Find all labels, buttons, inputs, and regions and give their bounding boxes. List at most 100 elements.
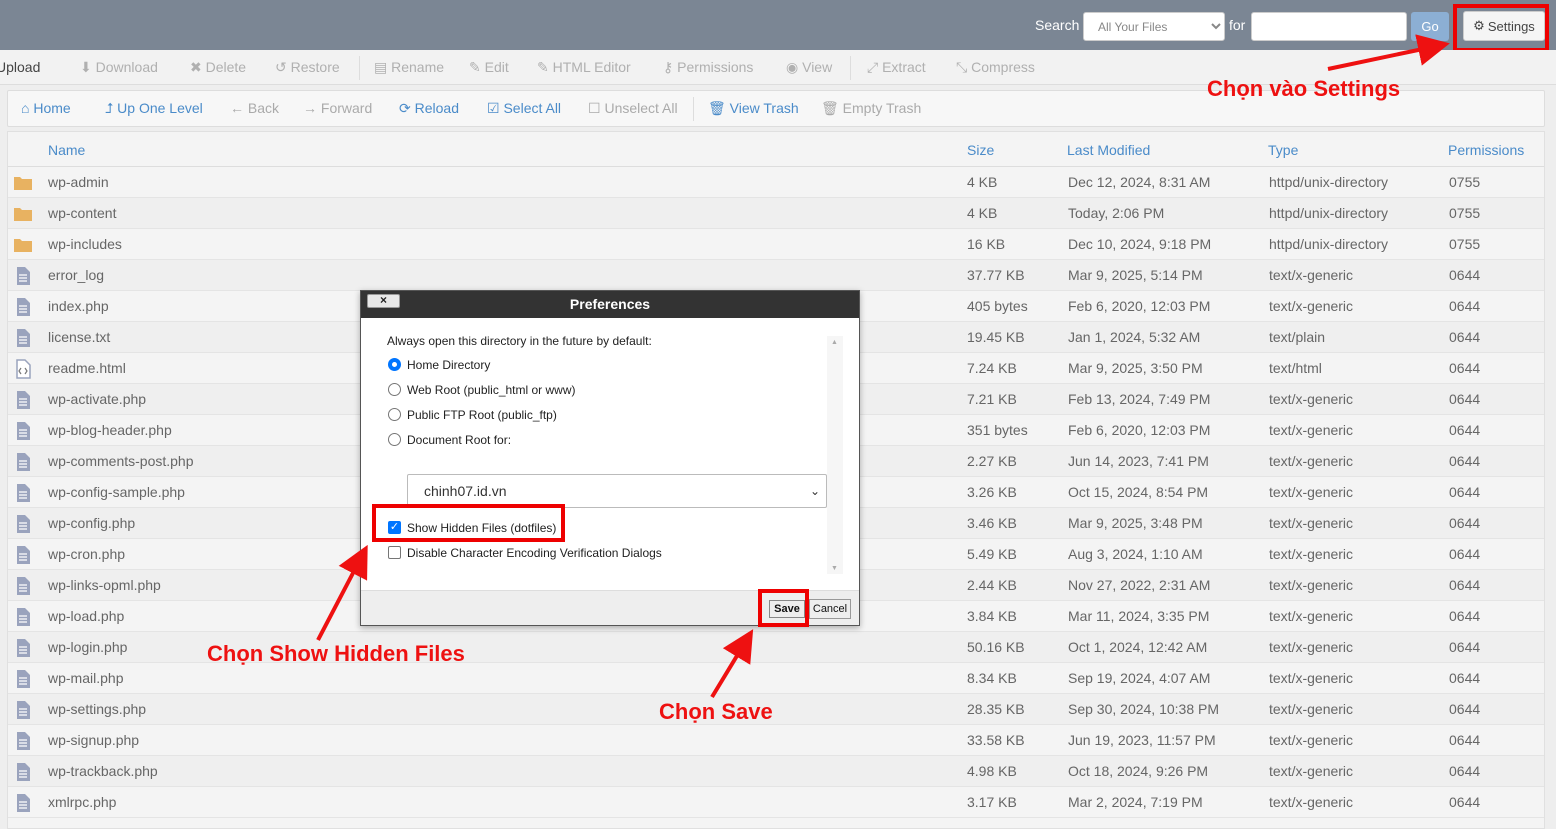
cell-modified: Dec 10, 2024, 9:18 PM xyxy=(1068,236,1212,252)
cell-perms: 0644 xyxy=(1449,422,1481,438)
chevron-down-icon: ⌄ xyxy=(809,484,820,498)
show-hidden-highlight xyxy=(372,504,565,542)
scroll-down-icon[interactable]: ▼ xyxy=(831,565,838,572)
cell-perms: 0644 xyxy=(1449,794,1481,810)
arrow-right-icon: → xyxy=(303,100,321,116)
disable-encoding-label: Disable Character Encoding Verification … xyxy=(407,546,662,560)
cell-name[interactable]: wp-settings.php xyxy=(48,701,146,717)
cell-name[interactable]: wp-cron.php xyxy=(48,546,125,562)
cell-modified: Mar 2, 2024, 7:19 PM xyxy=(1068,794,1203,810)
cell-name[interactable]: wp-activate.php xyxy=(48,391,146,407)
cell-type: text/x-generic xyxy=(1269,608,1354,624)
for-label: for xyxy=(1229,17,1246,33)
key-icon: ⚷ xyxy=(663,59,678,75)
cell-name[interactable]: wp-signup.php xyxy=(48,732,139,748)
table-row[interactable]: wp-admin 4 KB Dec 12, 2024, 8:31 AM httpd/u… xyxy=(8,167,1544,198)
file-icon xyxy=(13,669,33,689)
cell-name[interactable]: readme.html xyxy=(48,360,126,376)
cell-name[interactable]: wp-config-sample.php xyxy=(48,484,185,500)
delete-button[interactable]: ✖ Delete xyxy=(190,59,246,76)
radio-document-root[interactable] xyxy=(388,433,401,446)
document-root-select[interactable]: chinh07.id.vn ⌄ xyxy=(407,474,827,508)
extract-button[interactable]: ⤢ Extract xyxy=(867,59,926,76)
disable-encoding-checkbox[interactable] xyxy=(388,546,401,559)
table-row[interactable]: error_log 37.77 KB Mar 9, 2025, 5:14 PM tex… xyxy=(8,260,1544,291)
cell-name[interactable]: wp-blog-header.php xyxy=(48,422,172,438)
cell-name[interactable]: wp-mail.php xyxy=(48,670,123,686)
table-row[interactable]: wp-mail.php 8.34 KB Sep 19, 2024, 4:07 AM t… xyxy=(8,663,1544,694)
cell-name[interactable]: wp-links-opml.php xyxy=(48,577,161,593)
cell-name[interactable]: xmlrpc.php xyxy=(48,794,116,810)
cell-type: text/plain xyxy=(1269,329,1326,345)
view-trash-button[interactable]: 🗑 View Trash xyxy=(708,100,799,117)
table-row[interactable]: wp-includes 16 KB Dec 10, 2024, 9:18 PM htt… xyxy=(8,229,1544,260)
home-button[interactable]: ⌂ Home xyxy=(21,100,71,116)
go-button[interactable]: Go xyxy=(1411,12,1449,41)
reload-button[interactable]: ⟳ Reload xyxy=(399,100,459,117)
table-row[interactable]: wp-trackback.php 4.98 KB Oct 18, 2024, 9:2… xyxy=(8,756,1544,787)
close-icon[interactable]: × xyxy=(367,294,400,308)
table-row[interactable]: wp-signup.php 33.58 KB Jun 19, 2023, 11:57… xyxy=(8,725,1544,756)
column-name[interactable]: Name xyxy=(48,142,85,158)
compress-button[interactable]: ⤡ Compress xyxy=(956,59,1035,76)
cell-modified: Feb 6, 2020, 12:03 PM xyxy=(1068,298,1211,314)
cell-name[interactable]: wp-config.php xyxy=(48,515,135,531)
cell-name[interactable]: index.php xyxy=(48,298,109,314)
column-permissions[interactable]: Permissions xyxy=(1448,142,1524,158)
select-all-button[interactable]: ☑ Select All xyxy=(487,100,561,117)
cell-name[interactable]: wp-includes xyxy=(48,236,122,252)
cell-name[interactable]: license.txt xyxy=(48,329,110,345)
unselect-all-button[interactable]: ☐ Unselect All xyxy=(588,100,678,117)
cell-type: text/x-generic xyxy=(1269,484,1354,500)
back-button[interactable]: ← Back xyxy=(230,100,279,116)
cell-name[interactable]: wp-load.php xyxy=(48,608,124,624)
scroll-up-icon[interactable]: ▲ xyxy=(831,339,838,346)
edit-icon: ✎ xyxy=(537,59,553,75)
table-row[interactable]: wp-settings.php 28.35 KB Sep 30, 2024, 10:… xyxy=(8,694,1544,725)
arrow-up-icon: ⮥ xyxy=(105,100,118,116)
search-scope-select[interactable]: All Your Files xyxy=(1083,12,1225,41)
table-row[interactable]: wp-content 4 KB Today, 2:06 PM httpd/unix-d… xyxy=(8,198,1544,229)
up-one-level-button[interactable]: ⮥ Up One Level xyxy=(105,100,203,117)
cell-name[interactable]: error_log xyxy=(48,267,104,283)
empty-trash-button[interactable]: 🗑 Empty Trash xyxy=(821,100,921,117)
radio-public-ftp-root[interactable] xyxy=(388,408,401,421)
column-type[interactable]: Type xyxy=(1268,142,1298,158)
cell-type: text/x-generic xyxy=(1269,298,1354,314)
cancel-button[interactable]: Cancel xyxy=(809,599,851,619)
cell-name[interactable]: wp-admin xyxy=(48,174,109,190)
cell-type: httpd/unix-directory xyxy=(1269,236,1389,252)
cell-name[interactable]: wp-login.php xyxy=(48,639,127,655)
view-button[interactable]: ◉ View xyxy=(786,59,832,76)
restore-button[interactable]: ↺ Restore xyxy=(275,59,340,76)
expand-icon: ⤢ xyxy=(867,59,883,75)
cell-name[interactable]: wp-comments-post.php xyxy=(48,453,194,469)
table-row[interactable]: xmlrpc.php 3.17 KB Mar 2, 2024, 7:19 PM tex… xyxy=(8,787,1544,818)
permissions-button[interactable]: ⚷ Permissions xyxy=(663,59,753,76)
save-highlight xyxy=(758,589,809,627)
folder-icon xyxy=(13,235,33,255)
search-label: Search xyxy=(1035,17,1080,33)
column-last-modified[interactable]: Last Modified xyxy=(1067,142,1150,158)
cell-type: text/x-generic xyxy=(1269,701,1354,717)
edit-button[interactable]: ✎ Edit xyxy=(469,59,509,76)
rename-button[interactable]: ▤ Rename xyxy=(374,59,444,76)
upload-button[interactable]: Upload xyxy=(0,59,40,75)
forward-button[interactable]: → Forward xyxy=(303,100,372,116)
search-input[interactable] xyxy=(1251,12,1407,41)
column-size[interactable]: Size xyxy=(967,142,994,158)
eye-icon: ◉ xyxy=(786,59,803,75)
cell-type: text/x-generic xyxy=(1269,391,1354,407)
radio-web-root[interactable] xyxy=(388,383,401,396)
cell-size: 7.24 KB xyxy=(967,360,1017,376)
html-editor-button[interactable]: ✎ HTML Editor xyxy=(537,59,631,76)
cell-perms: 0644 xyxy=(1449,639,1481,655)
download-button[interactable]: ⬇ Download xyxy=(80,59,158,76)
cell-modified: Mar 9, 2025, 3:50 PM xyxy=(1068,360,1203,376)
radio-home-directory[interactable] xyxy=(388,358,401,371)
cell-name[interactable]: wp-trackback.php xyxy=(48,763,158,779)
cell-modified: Mar 9, 2025, 3:48 PM xyxy=(1068,515,1203,531)
cell-name[interactable]: wp-content xyxy=(48,205,116,221)
dialog-scrollbar[interactable]: ▲ ▼ xyxy=(827,336,843,574)
cell-modified: Mar 9, 2025, 5:14 PM xyxy=(1068,267,1203,283)
